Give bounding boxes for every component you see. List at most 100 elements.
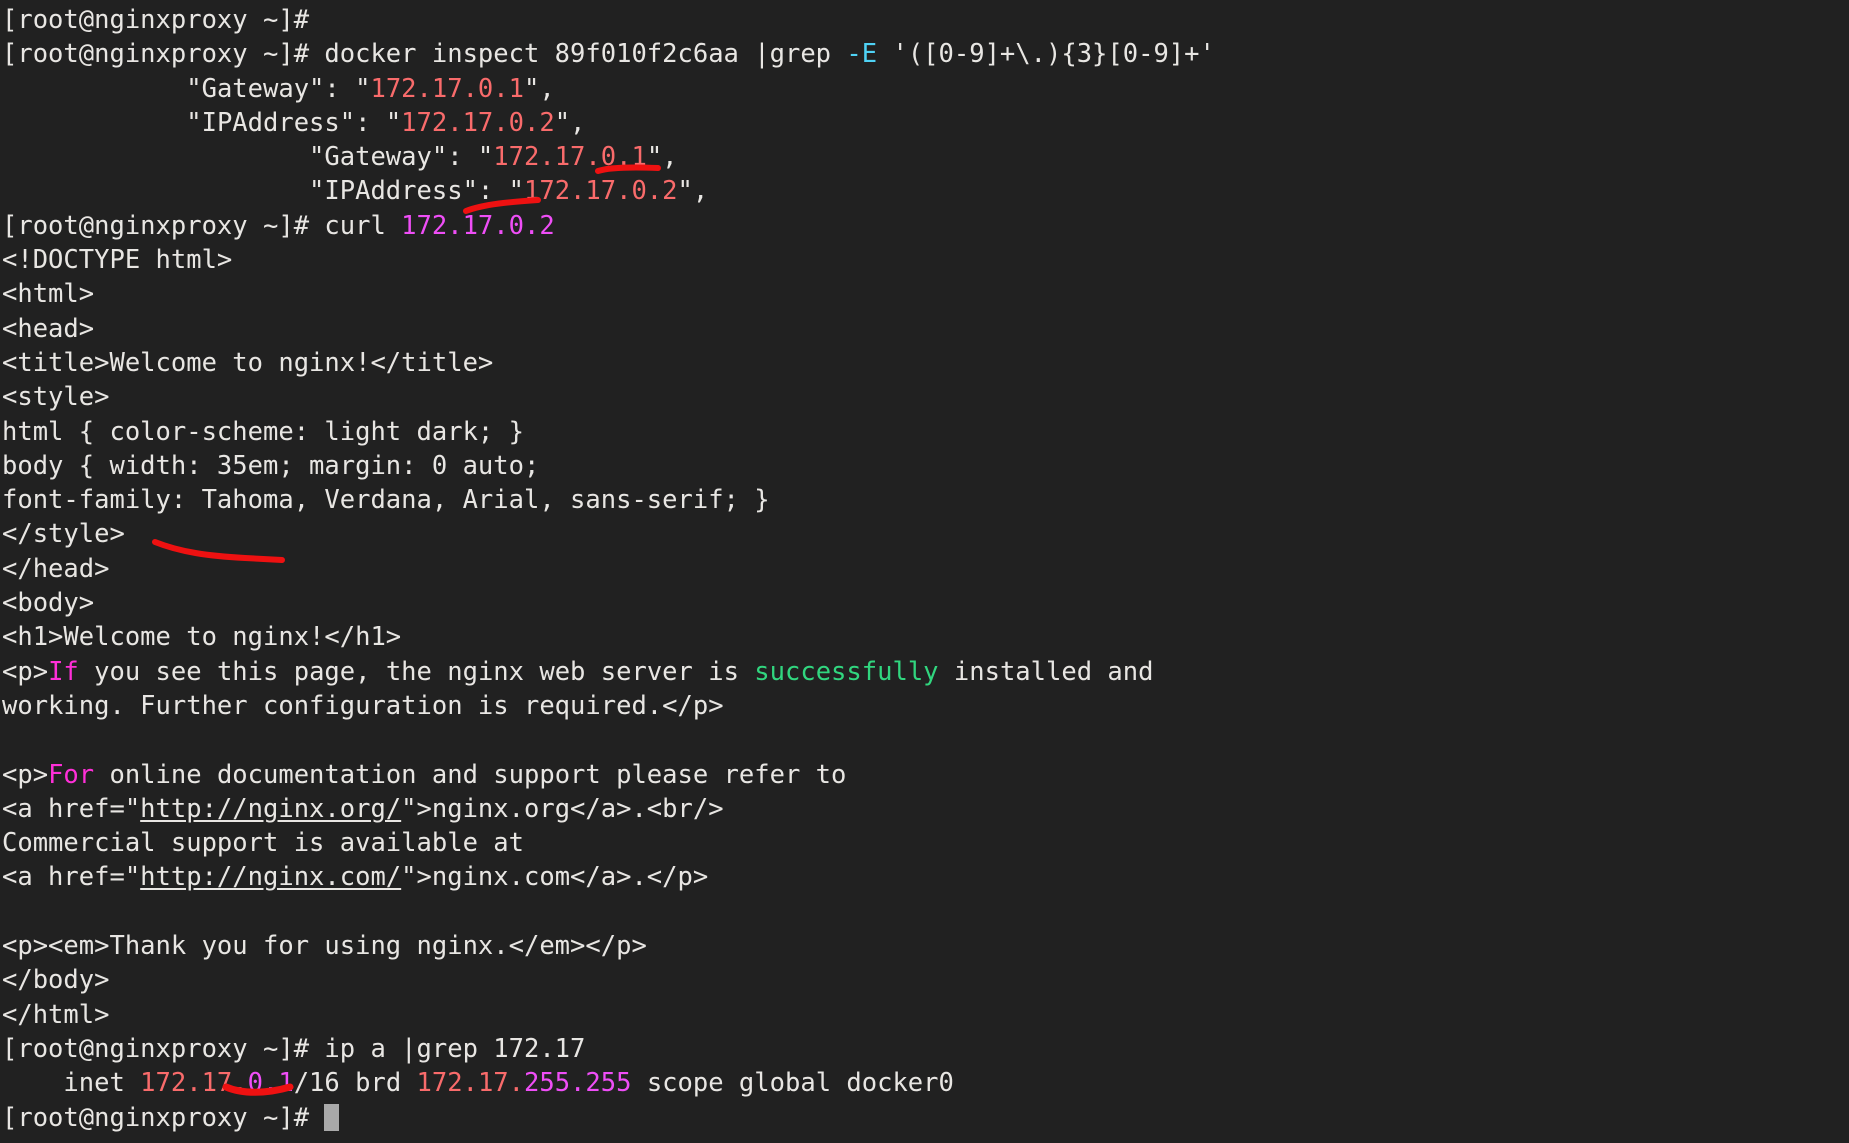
html-tag-open: <a href=": [2, 862, 141, 893]
shell-prompt: [root@nginxproxy ~]#: [2, 39, 310, 70]
shell-prompt: [root@nginxproxy ~]#: [2, 1102, 310, 1133]
terminal-line-command-ip-a: [root@nginxproxy ~]# ip a |grep 172.17: [2, 1032, 1849, 1066]
html-output-line: <body>: [2, 588, 95, 619]
terminal-line-h1: <h1>Welcome to nginx!</h1>: [2, 620, 1849, 654]
html-output-line: Commercial support is available at: [2, 828, 524, 859]
html-output-line: <html>: [2, 279, 95, 310]
terminal-line: font-family: Tahoma, Verdana, Arial, san…: [2, 483, 1849, 517]
broadcast-ip-match-prefix: 172.17.: [416, 1068, 524, 1099]
html-tag-close: ">nginx.org</a>.<br/>: [401, 793, 724, 824]
terminal-line: working. Further configuration is requir…: [2, 689, 1849, 723]
terminal-line: <title>Welcome to nginx!</title>: [2, 346, 1849, 380]
terminal-window[interactable]: [root@nginxproxy ~]# [root@nginxproxy ~]…: [0, 0, 1849, 1143]
terminal-line-output-ipaddress: "IPAddress": "172.17.0.2",: [2, 106, 1849, 140]
ip-address-value: 172.17.0.1: [370, 73, 524, 104]
grep-option-flag: -E: [846, 39, 878, 70]
terminal-line: Commercial support is available at: [2, 826, 1849, 860]
html-output-line: html { color-scheme: light dark; }: [2, 416, 524, 447]
terminal-line-output-gateway: "Gateway": "172.17.0.1",: [2, 72, 1849, 106]
paragraph-text: you see this page, the nginx web server …: [78, 656, 755, 687]
html-tag-close: ">nginx.com</a>.</p>: [401, 862, 709, 893]
keyword-successfully: successfully: [754, 656, 939, 687]
ip-match-prefix: 172.17.: [140, 1068, 248, 1099]
terminal-line-command-curl: [root@nginxproxy ~]# curl 172.17.0.2: [2, 209, 1849, 243]
html-tag-open: <p>: [2, 656, 49, 687]
html-output-line: <head>: [2, 313, 95, 344]
terminal-line: html { color-scheme: light dark; }: [2, 415, 1849, 449]
terminal-line: <p><em>Thank you for using nginx.</em></…: [2, 929, 1849, 963]
ip-address-value: 172.17.0.1: [493, 142, 647, 173]
ip-address-value: 172.17.0.2: [401, 107, 555, 138]
link-url-nginx-com[interactable]: http://nginx.com/: [140, 862, 401, 892]
command-text: ip a |grep 172.17: [309, 1033, 586, 1064]
html-output-line: <h1>Welcome to nginx!</h1>: [2, 622, 402, 653]
indent-inet-label: inet: [2, 1068, 141, 1099]
html-output-line: <p><em>Thank you for using nginx.</em></…: [2, 931, 647, 962]
html-output-line: </body>: [2, 965, 110, 996]
html-output-line: </html>: [2, 999, 110, 1030]
terminal-line: </style>: [2, 517, 1849, 551]
terminal-line: </body>: [2, 963, 1849, 997]
terminal-line-anchor-nginx-com: <a href="http://nginx.com/">nginx.com</a…: [2, 860, 1849, 894]
command-text: docker inspect 89f010f2c6aa |grep: [309, 39, 847, 70]
text-cursor[interactable]: [324, 1103, 340, 1131]
json-key: "IPAddress": ": [309, 176, 524, 207]
html-output-line: body { width: 35em; margin: 0 auto;: [2, 450, 540, 481]
ip-address-value: 172.17.0.2: [523, 176, 678, 207]
shell-prompt: [root@nginxproxy ~]#: [2, 1033, 310, 1064]
keyword-for: For: [48, 759, 95, 790]
terminal-line-command-docker-inspect: [root@nginxproxy ~]# docker inspect 89f0…: [2, 37, 1849, 71]
json-key: "IPAddress": ": [186, 107, 402, 138]
grep-pattern: '([0-9]+\.){3}[0-9]+': [877, 39, 1215, 70]
terminal-line-paragraph-if: <p>If you see this page, the nginx web s…: [2, 655, 1849, 689]
terminal-line-paragraph-for: <p>For online documentation and support …: [2, 758, 1849, 792]
terminal-line-output-gateway: "Gateway": "172.17.0.1",: [2, 140, 1849, 174]
interface-scope-text: scope global docker0: [631, 1068, 954, 1099]
json-tail: ",: [524, 73, 555, 104]
html-output-line: <title>Welcome to nginx!</title>: [2, 347, 494, 378]
html-tag-open: <p>: [2, 759, 49, 790]
html-output-line: </head>: [2, 553, 110, 584]
json-key: "Gateway": ": [186, 73, 371, 104]
json-tail: ",: [646, 142, 678, 173]
terminal-line: <html>: [2, 277, 1849, 311]
terminal-line: body { width: 35em; margin: 0 auto;: [2, 449, 1849, 483]
paragraph-text-cont: installed and: [938, 656, 1154, 687]
shell-prompt: [root@nginxproxy ~]#: [2, 210, 310, 241]
terminal-line-final-prompt[interactable]: [root@nginxproxy ~]#: [2, 1101, 1849, 1135]
curl-target-ip: 172.17.0.2: [401, 210, 555, 241]
netmask-and-brd-label: /16 brd: [293, 1068, 417, 1099]
json-key: "Gateway": ": [309, 142, 494, 173]
html-output-line: <!DOCTYPE html>: [2, 245, 233, 276]
keyword-if: If: [48, 656, 79, 687]
html-output-line: working. Further configuration is requir…: [2, 690, 724, 721]
terminal-line-anchor-nginx-org: <a href="http://nginx.org/">nginx.org</a…: [2, 792, 1849, 826]
html-output-line: </style>: [2, 519, 125, 550]
terminal-line-output-ipaddress: "IPAddress": "172.17.0.2",: [2, 174, 1849, 208]
terminal-line-output-inet: inet 172.17.0.1/16 brd 172.17.255.255 sc…: [2, 1066, 1849, 1100]
terminal-line: </html>: [2, 998, 1849, 1032]
terminal-line: </head>: [2, 552, 1849, 586]
json-tail: ",: [677, 176, 709, 207]
json-tail: ",: [554, 107, 586, 138]
terminal-line: <style>: [2, 380, 1849, 414]
html-output-line: font-family: Tahoma, Verdana, Arial, san…: [2, 485, 770, 516]
link-url-nginx-org[interactable]: http://nginx.org/: [140, 794, 401, 824]
shell-prompt: [root@nginxproxy ~]#: [2, 5, 310, 35]
broadcast-ip-suffix: 255.255: [524, 1068, 632, 1099]
terminal-line: <body>: [2, 586, 1849, 620]
ip-suffix: 0.1: [247, 1068, 294, 1099]
terminal-line: <!DOCTYPE html>: [2, 243, 1849, 277]
terminal-line: [root@nginxproxy ~]#: [2, 3, 1849, 37]
terminal-line: <head>: [2, 312, 1849, 346]
html-tag-open: <a href=": [2, 793, 141, 824]
paragraph-text: online documentation and support please …: [94, 759, 847, 790]
html-output-line: <style>: [2, 382, 110, 413]
